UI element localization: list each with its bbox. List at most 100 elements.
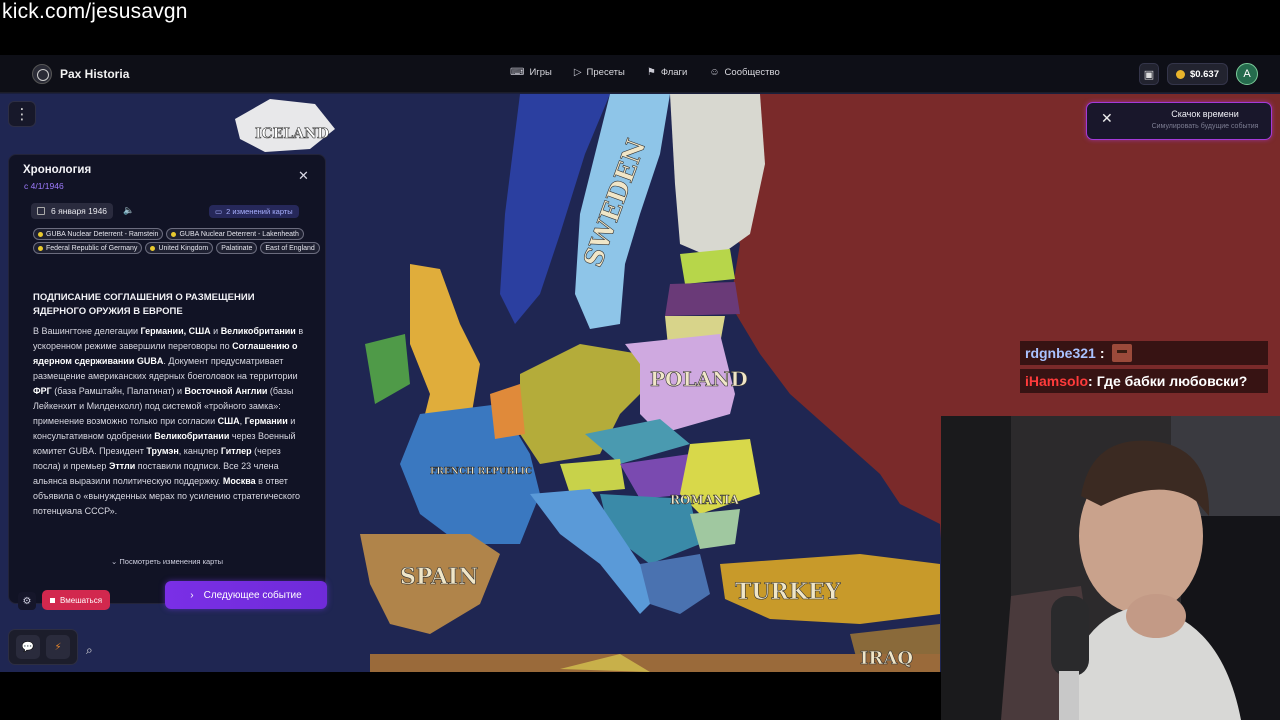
body-emphasis: Восточной Англии <box>184 386 268 396</box>
gear-icon: ⚙ <box>22 595 32 607</box>
event-date[interactable]: 6 января 1946 <box>31 203 114 219</box>
letterbox-bottom <box>0 672 941 720</box>
calendar-icon <box>37 207 45 215</box>
map-label-turkey: TURKEY <box>735 579 841 605</box>
map-label-france: FRENCH REPUBLIC <box>430 467 532 477</box>
map-changes-badge[interactable]: ▭ 2 изменений карты <box>209 205 299 218</box>
chat-text: Где бабки любовски? <box>1096 373 1248 389</box>
intervene-label: Вмешаться <box>60 595 103 605</box>
entity-tag[interactable]: East of England <box>260 242 320 254</box>
entity-tag[interactable]: GUBA Nuclear Deterrent - Ramstein <box>33 228 164 240</box>
close-icon[interactable]: ✕ <box>298 169 309 184</box>
flag-icon: ⚑ <box>646 67 656 78</box>
close-icon[interactable]: ✕ <box>1101 111 1119 129</box>
body-text: , канцлер <box>178 446 221 456</box>
nav-link-label: Сообщество <box>724 67 780 78</box>
settings-button[interactable]: ⚙ <box>18 592 36 610</box>
status-dot <box>38 245 43 251</box>
chat-username: rdgnbe321 <box>1025 345 1096 361</box>
search-button[interactable]: ⌕ <box>86 643 93 658</box>
time-skip-subtitle: Симулировать будущие события <box>1151 123 1259 130</box>
entity-tag[interactable]: Palatinate <box>216 242 258 254</box>
stream-url-overlay: kick.com/jesusavgn <box>2 0 188 23</box>
body-emphasis: Великобритании <box>154 431 230 441</box>
event-date-bar: 6 января 1946 🔈 <box>31 203 134 219</box>
intervene-button[interactable]: Вмешаться <box>42 590 111 610</box>
chat-separator: : <box>1099 345 1105 361</box>
see-changes-text: Посмотреть изменения карты <box>119 557 224 566</box>
chat-button[interactable]: 💬 <box>16 635 40 659</box>
timeline-panel: Хронология с 4/1/1946 ✕ 6 января 1946 🔈 … <box>8 154 326 604</box>
tag-label: GUBA Nuclear Deterrent - Ramstein <box>46 230 159 238</box>
gift-button[interactable]: ▣ <box>1138 63 1159 85</box>
next-event-label: Следующее событие <box>203 589 302 601</box>
gamepad-icon: ⌨ <box>510 67 525 78</box>
more-menu-button[interactable]: ⋮ <box>8 101 36 127</box>
body-emphasis: Германии, США <box>140 326 211 336</box>
brand-name: Pax Historia <box>60 67 130 81</box>
play-icon: ▷ <box>573 67 582 78</box>
screen: kick.com/jesusavgn ICELAND SWEDEN POLAND… <box>0 0 1280 720</box>
nav-link-label: Флаги <box>660 67 688 78</box>
balance-badge[interactable]: $0.637 <box>1166 63 1228 85</box>
tag-label: Federal Republic of Germany <box>46 244 138 252</box>
nav-links: ⌨ Игры ▷ Пресеты ⚑ Флаги ☺ Сообщество <box>510 67 780 78</box>
body-emphasis: Эттли <box>108 461 136 471</box>
brand[interactable]: Pax Historia <box>32 64 129 84</box>
tag-label: Palatinate <box>221 244 253 252</box>
body-text: В Вашингтоне делегации <box>33 326 141 336</box>
tool-group: 💬 ⚡ <box>8 629 78 665</box>
body-emphasis: США <box>217 416 240 426</box>
chat-icon: 💬 <box>21 641 35 653</box>
nav-link-label: Пресеты <box>586 67 625 78</box>
top-navbar: Pax Historia ⌨ Игры ▷ Пресеты ⚑ Флаги ☺ … <box>0 55 1280 93</box>
entity-tag[interactable]: United Kingdom <box>145 242 214 254</box>
search-icon: ⌕ <box>86 643 93 657</box>
timeline-since: с 4/1/1946 <box>24 181 64 191</box>
event-body: В Вашингтоне делегации Германии, США и В… <box>33 324 305 519</box>
body-emphasis: Трумэн <box>146 446 179 456</box>
body-text: (база Рамштайн, Палатинат) и <box>51 386 185 396</box>
nav-link-community[interactable]: ☺ Сообщество <box>709 67 779 78</box>
body-emphasis: Германии <box>244 416 288 426</box>
entity-tag[interactable]: Federal Republic of Germany <box>33 242 143 254</box>
users-icon: ☺ <box>709 67 720 78</box>
avatar[interactable]: A <box>1236 63 1258 85</box>
entity-tags: GUBA Nuclear Deterrent - Ramstein GUBA N… <box>33 228 323 254</box>
speaker-icon[interactable]: 🔈 <box>123 206 134 216</box>
time-skip-panel[interactable]: ✕ Скачок времени Симулировать будущие со… <box>1086 102 1272 140</box>
map-label-iceland: ICELAND <box>255 126 329 142</box>
emote-icon <box>1112 344 1133 362</box>
see-map-changes-link[interactable]: ⌄ Посмотреть изменения карты <box>111 557 223 566</box>
map-label-poland: POLAND <box>650 367 748 391</box>
webcam-image <box>941 416 1280 720</box>
tag-label: GUBA Nuclear Deterrent - Lakenheath <box>179 230 299 238</box>
status-dot <box>150 245 156 251</box>
lightning-icon: ⚡ <box>54 641 62 653</box>
nav-link-presets[interactable]: ▷ Пресеты <box>574 67 625 78</box>
kebab-icon: ⋮ <box>14 105 30 123</box>
power-button[interactable]: ⚡ <box>46 635 70 659</box>
map-label-romania: ROMANIA <box>670 493 740 507</box>
chat-message: iHamsolo : Где бабки любовски? <box>1020 369 1268 393</box>
tag-label: East of England <box>265 244 315 252</box>
chevron-right-icon: › <box>190 589 194 601</box>
next-event-button[interactable]: › Следующее событие <box>165 581 327 609</box>
event-date-text: 6 января 1946 <box>51 206 108 216</box>
nav-link-flags[interactable]: ⚑ Флаги <box>647 67 687 78</box>
stop-icon <box>50 597 55 603</box>
map-label-spain: SPAIN <box>400 564 478 590</box>
entity-tag[interactable]: GUBA Nuclear Deterrent - Lakenheath <box>166 228 304 240</box>
nav-right: ▣ $0.637 A <box>1138 63 1258 85</box>
tag-label: United Kingdom <box>158 244 209 252</box>
nav-link-label: Игры <box>529 67 552 78</box>
coin-icon <box>1175 69 1185 79</box>
map-changes-text: 2 изменений карты <box>226 207 293 216</box>
nav-link-games[interactable]: ⌨ Игры <box>510 67 552 78</box>
status-dot <box>171 231 177 237</box>
body-emphasis: Великобритании <box>220 326 296 336</box>
body-emphasis: Гитлер <box>220 446 252 456</box>
stream-chat-overlay: rdgnbe321 : iHamsolo : Где бабки любовск… <box>1020 341 1268 397</box>
timeline-title: Хронология <box>23 164 92 176</box>
chevron-down-icon: ⌄ <box>111 557 118 566</box>
